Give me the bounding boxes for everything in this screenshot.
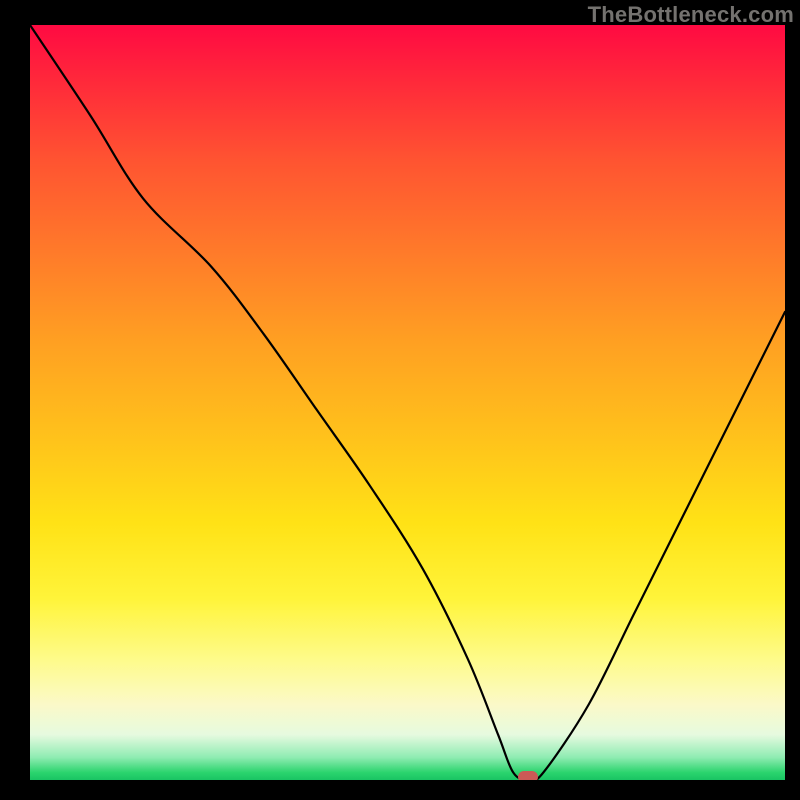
optimal-point-marker	[518, 771, 538, 780]
plot-area	[30, 25, 785, 780]
chart-frame: TheBottleneck.com	[0, 0, 800, 800]
bottleneck-curve	[30, 25, 785, 780]
watermark-text: TheBottleneck.com	[588, 2, 794, 28]
